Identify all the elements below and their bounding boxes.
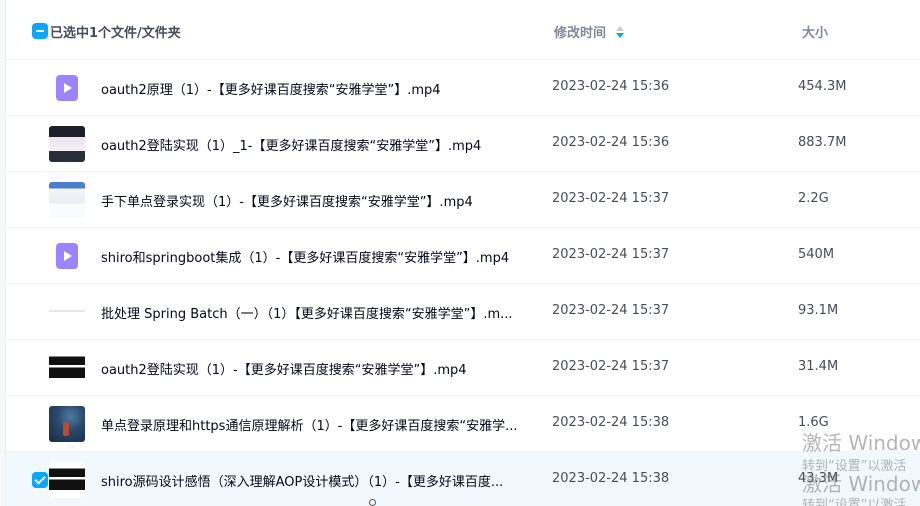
file-list-header: 已选中1个文件/文件夹 修改时间 大小 <box>6 0 920 60</box>
file-size: 883.7M <box>798 135 847 150</box>
file-name[interactable]: 单点登录原理和https通信原理解析（1）-【更多好课百度搜索“安雅学... <box>101 415 518 434</box>
windows-activation-watermark: 激活 Windows <box>802 472 920 496</box>
video-thumbnail <box>49 126 85 162</box>
video-thumbnail <box>49 294 85 330</box>
selection-count-label: 已选中1个文件/文件夹 <box>50 26 181 41</box>
file-name[interactable]: 批处理 Spring Batch（一）（1）【更多好课百度搜索“安雅学堂”】.m… <box>101 303 513 322</box>
file-size: 540M <box>798 247 835 262</box>
file-modified-time: 2023-02-24 15:37 <box>552 303 670 318</box>
file-modified-time: 2023-02-24 15:37 <box>552 359 670 374</box>
video-file-icon <box>49 238 85 274</box>
file-modified-time: 2023-02-24 15:36 <box>552 135 670 150</box>
file-row[interactable]: oauth2原理（1）-【更多好课百度搜索“安雅学堂”】.mp4 2023-02… <box>6 60 920 116</box>
file-row[interactable]: oauth2登陆实现（1）-【更多好课百度搜索“安雅学堂”】.mp4 2023-… <box>6 340 920 396</box>
file-row[interactable]: 手下单点登录实现（1）-【更多好课百度搜索“安雅学堂”】.mp4 2023-02… <box>6 172 920 228</box>
windows-activation-watermark: 激活 Windows <box>802 431 920 455</box>
file-row[interactable]: oauth2登陆实现（1）_1-【更多好课百度搜索“安雅学堂”】.mp4 202… <box>6 116 920 172</box>
file-row[interactable]: 单点登录原理和https通信原理解析（1）-【更多好课百度搜索“安雅学... 2… <box>6 396 920 452</box>
sort-arrows-icon[interactable] <box>616 25 625 38</box>
time-column-label: 修改时间 <box>554 26 607 41</box>
file-modified-time: 2023-02-24 15:36 <box>552 79 670 94</box>
file-name[interactable]: oauth2登陆实现（1）-【更多好课百度搜索“安雅学堂”】.mp4 <box>101 359 467 378</box>
video-file-icon <box>49 70 85 106</box>
video-thumbnail <box>49 406 85 442</box>
file-modified-time: 2023-02-24 15:37 <box>552 247 670 262</box>
file-name[interactable]: oauth2登陆实现（1）_1-【更多好课百度搜索“安雅学堂”】.mp4 <box>101 135 481 154</box>
windows-activation-hint: 转到“设置”以激活 <box>802 498 907 506</box>
file-row-selected[interactable]: shiro源码设计感悟（深入理解AOP设计模式）（1）-【更多好课百度... 2… <box>6 452 920 506</box>
select-all-checkbox[interactable] <box>32 23 48 39</box>
file-name[interactable]: shiro源码设计感悟（深入理解AOP设计模式）（1）-【更多好课百度... <box>101 471 503 490</box>
file-row[interactable]: 批处理 Spring Batch（一）（1）【更多好课百度搜索“安雅学堂”】.m… <box>6 284 920 340</box>
mouse-cursor-icon <box>369 499 376 506</box>
sort-by-time-header[interactable]: 修改时间 <box>554 22 625 41</box>
video-thumbnail <box>49 350 85 386</box>
file-size: 31.4M <box>798 359 839 374</box>
file-name[interactable]: 手下单点登录实现（1）-【更多好课百度搜索“安雅学堂”】.mp4 <box>101 191 473 210</box>
file-modified-time: 2023-02-24 15:38 <box>552 415 670 430</box>
video-thumbnail <box>49 182 85 218</box>
file-row[interactable]: shiro和springboot集成（1）-【更多好课百度搜索“安雅学堂”】.m… <box>6 228 920 284</box>
row-checkbox-checked[interactable] <box>32 472 48 488</box>
file-size: 93.1M <box>798 303 839 318</box>
file-name[interactable]: shiro和springboot集成（1）-【更多好课百度搜索“安雅学堂”】.m… <box>101 247 509 266</box>
file-size: 2.2G <box>798 191 829 206</box>
size-column-header[interactable]: 大小 <box>802 22 828 41</box>
file-modified-time: 2023-02-24 15:37 <box>552 191 670 206</box>
file-name[interactable]: oauth2原理（1）-【更多好课百度搜索“安雅学堂”】.mp4 <box>101 79 441 98</box>
video-thumbnail <box>49 462 85 498</box>
file-size: 454.3M <box>798 79 847 94</box>
file-modified-time: 2023-02-24 15:38 <box>552 471 670 486</box>
